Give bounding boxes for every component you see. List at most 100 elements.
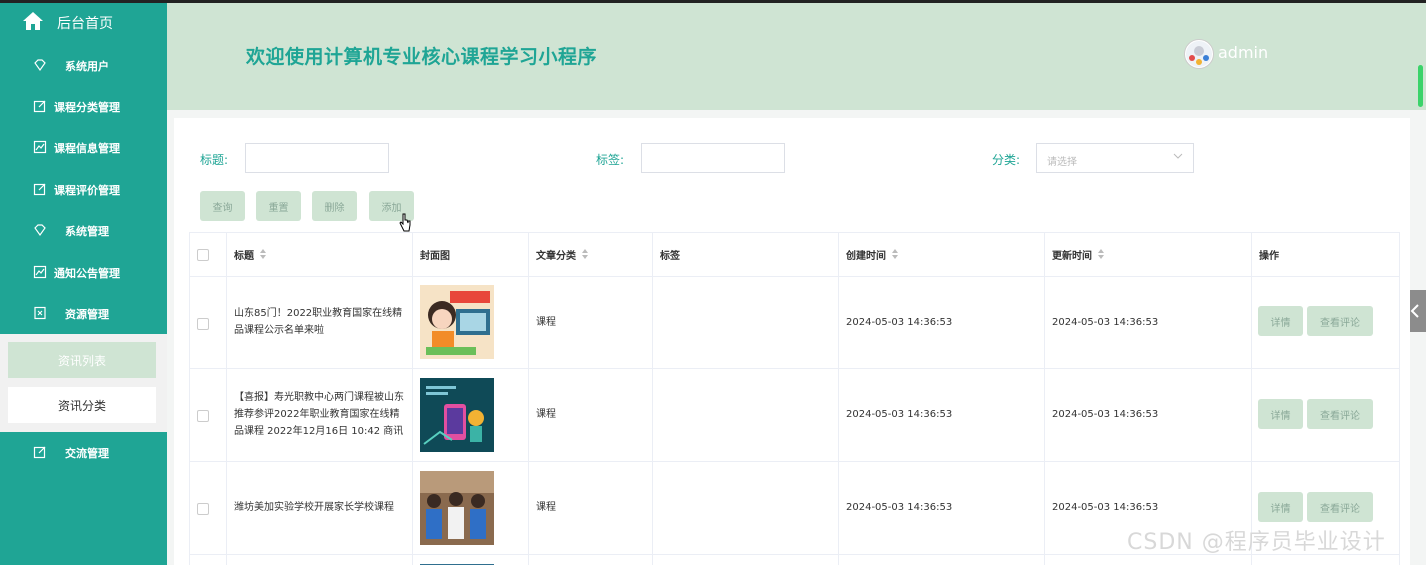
column-header-label: 封面图 — [420, 250, 450, 262]
select-all-checkbox[interactable] — [197, 249, 209, 261]
row-title: 潍坊美加实验学校开展家长学校课程 — [234, 502, 394, 513]
edit-icon — [33, 446, 46, 459]
sidebar-item-label: 课程分类管理 — [54, 101, 120, 114]
row-category: 课程 — [536, 502, 556, 513]
column-header-updated[interactable]: 更新时间 — [1044, 232, 1251, 276]
chevron-left-icon — [1410, 304, 1419, 318]
row-title: 山东85门！2022职业教育国家在线精品课程公示名单来啦 — [234, 308, 403, 336]
column-header-cover: 封面图 — [412, 232, 528, 276]
row-tags — [652, 276, 838, 368]
sidebar-item-course-review[interactable]: 课程评价管理 — [0, 169, 167, 210]
edit-icon — [33, 100, 46, 113]
username[interactable]: admin — [1218, 43, 1268, 62]
tag-filter-input[interactable] — [641, 143, 785, 173]
category-filter-label: 分类: — [992, 153, 1021, 167]
sidebar-item-communication[interactable]: 交流管理 — [0, 432, 167, 473]
sidebar-item-label: 交流管理 — [65, 447, 109, 460]
column-header-label: 文章分类 — [536, 250, 576, 262]
sidebar-item-label: 系统用户 — [65, 60, 109, 73]
row-cover-image[interactable] — [420, 471, 494, 545]
avatar[interactable] — [1184, 39, 1214, 69]
avatar-icon — [1186, 41, 1212, 67]
row-created-time: 2024-05-03 14:36:53 — [846, 316, 953, 328]
sidebar-item-system-users[interactable]: 系统用户 — [0, 45, 167, 86]
column-header-category[interactable]: 文章分类 — [528, 232, 652, 276]
sort-icon[interactable] — [1098, 249, 1104, 259]
column-header-label: 标签 — [660, 250, 680, 262]
chart-icon — [33, 265, 47, 279]
page-scrollbar[interactable] — [1418, 65, 1423, 107]
row-updated-time: 2024-05-03 14:36:53 — [1052, 409, 1159, 420]
row-created-time: 2024-05-03 14:36:53 — [846, 502, 953, 513]
table-divider — [1251, 232, 1252, 565]
sidebar-item-home[interactable]: 后台首页 — [0, 3, 167, 41]
diamond-icon — [34, 224, 46, 237]
view-comments-button[interactable]: 查看评论 — [1307, 492, 1373, 522]
row-cover-image[interactable] — [420, 285, 494, 359]
row-category: 课程 — [536, 409, 556, 420]
detail-button[interactable]: 详情 — [1258, 399, 1303, 429]
column-header-label: 创建时间 — [846, 250, 886, 262]
sort-icon[interactable] — [260, 249, 266, 259]
row-created-time: 2024-05-03 14:36:53 — [846, 409, 953, 420]
view-comments-button[interactable]: 查看评论 — [1307, 399, 1373, 429]
news-table: 标题 封面图 文章分类 标签 创建时间 更新时间 操作 山东85门！2022职业… — [189, 232, 1400, 565]
chart-icon — [33, 140, 47, 154]
reset-button[interactable]: 重置 — [256, 191, 301, 221]
detail-button[interactable]: 详情 — [1258, 492, 1303, 522]
row-checkbox[interactable] — [197, 318, 209, 330]
row-category: 课程 — [536, 316, 556, 328]
sidebar-item-notices[interactable]: 通知公告管理 — [0, 252, 167, 293]
title-filter-label: 标题: — [200, 153, 229, 167]
view-comments-button[interactable]: 查看评论 — [1307, 306, 1373, 336]
column-header-label: 更新时间 — [1052, 250, 1092, 262]
column-header-actions: 操作 — [1251, 232, 1399, 276]
diamond-icon — [34, 59, 46, 72]
row-tags — [652, 368, 838, 461]
sidebar: 后台首页 系统用户 课程分类管理 课程信息管理 课程评价管理 系统管理 通知公告… — [0, 3, 167, 565]
sidebar-item-label: 资源管理 — [65, 308, 109, 321]
detail-button[interactable]: 详情 — [1258, 306, 1303, 336]
sidebar-item-resources[interactable]: 资源管理 — [0, 293, 167, 334]
sidebar-item-label: 课程评价管理 — [54, 184, 120, 197]
row-checkbox[interactable] — [197, 410, 209, 422]
row-updated-time: 2024-05-03 14:36:53 — [1052, 316, 1159, 328]
table-divider — [412, 232, 413, 565]
sidebar-item-course-info[interactable]: 课程信息管理 — [0, 127, 167, 168]
column-header-title[interactable]: 标题 — [226, 232, 412, 276]
sidebar-item-course-category[interactable]: 课程分类管理 — [0, 86, 167, 127]
title-filter-input[interactable] — [245, 143, 389, 173]
row-cover-image[interactable] — [420, 378, 494, 452]
table-divider — [189, 232, 190, 565]
row-checkbox[interactable] — [197, 503, 209, 515]
row-tags — [652, 461, 838, 554]
sidebar-item-label: 通知公告管理 — [54, 267, 120, 280]
file-icon — [34, 306, 46, 320]
sort-icon[interactable] — [892, 249, 898, 259]
row-title: 【喜报】寿光职教中心两门课程被山东推荐参评2022年职业教育国家在线精品课程 2… — [234, 392, 404, 437]
home-icon — [23, 12, 43, 30]
sidebar-item-label: 系统管理 — [65, 225, 109, 238]
submenu-item-news-category[interactable]: 资讯分类 — [8, 387, 156, 423]
sort-icon[interactable] — [582, 249, 588, 259]
content-panel: 标题: 标签: 分类: 请选择 查询 重置 删除 添加 标题 封面图 文章分类 … — [174, 118, 1410, 565]
tag-filter-label: 标签: — [596, 153, 625, 167]
query-button[interactable]: 查询 — [200, 191, 245, 221]
sidebar-submenu-news: 资讯列表 资讯分类 — [0, 334, 167, 432]
category-select-placeholder: 请选择 — [1047, 157, 1077, 168]
column-header-label: 标题 — [234, 250, 254, 262]
submenu-item-news-list[interactable]: 资讯列表 — [8, 342, 156, 378]
category-select[interactable]: 请选择 — [1036, 143, 1194, 173]
watermark: CSDN @程序员毕业设计 — [1127, 530, 1386, 555]
page-title: 欢迎使用计算机专业核心课程学习小程序 — [246, 46, 598, 68]
header: 欢迎使用计算机专业核心课程学习小程序 admin — [167, 3, 1426, 110]
chevron-down-icon — [1173, 153, 1183, 159]
edit-icon — [33, 183, 46, 196]
column-header-tags: 标签 — [652, 232, 838, 276]
sidebar-item-label: 后台首页 — [57, 16, 113, 32]
sidebar-item-label: 课程信息管理 — [54, 142, 120, 155]
delete-button[interactable]: 删除 — [312, 191, 357, 221]
column-header-created[interactable]: 创建时间 — [838, 232, 1044, 276]
column-header-label: 操作 — [1259, 250, 1279, 262]
sidebar-item-system-management[interactable]: 系统管理 — [0, 210, 167, 251]
